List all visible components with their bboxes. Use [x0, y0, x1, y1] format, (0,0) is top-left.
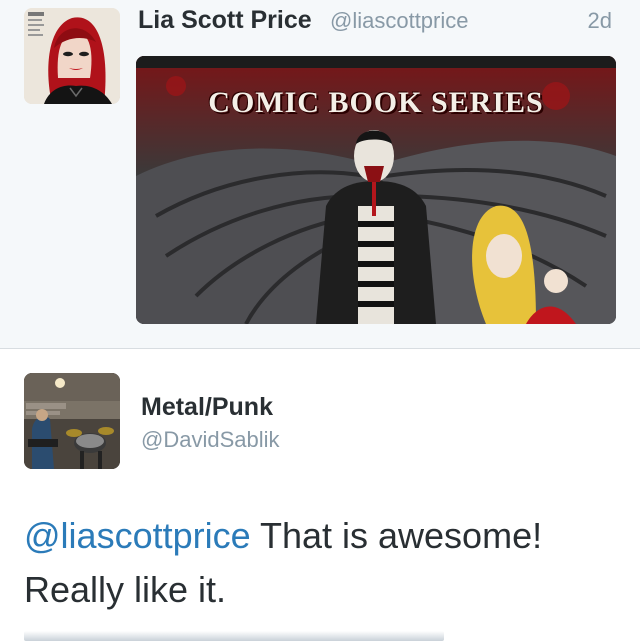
avatar[interactable]: [24, 373, 120, 469]
tweet-metal-punk[interactable]: Metal/Punk @DavidSablik @liascottprice T…: [0, 349, 640, 643]
tweet-text-line1: That is awesome!: [250, 515, 543, 556]
display-name[interactable]: Metal/Punk: [141, 393, 273, 422]
mention-link[interactable]: @liascottprice: [24, 515, 251, 556]
username[interactable]: @liascottprice: [330, 8, 469, 34]
avatar[interactable]: [24, 8, 120, 104]
username[interactable]: @DavidSablik: [141, 427, 280, 453]
tweet-media-image[interactable]: COMIC BOOK SERIES: [136, 56, 616, 324]
tweet-text: @liascottprice That is awesome! Really l…: [24, 509, 624, 617]
display-name[interactable]: Lia Scott Price: [138, 6, 312, 35]
tweet-lia-scott-price[interactable]: Lia Scott Price @liascottprice 2d COMIC …: [0, 0, 640, 349]
cutoff-text-row: [24, 631, 444, 641]
timestamp: 2d: [587, 8, 612, 33]
tweet-text-line2: Really like it.: [24, 569, 227, 610]
avatar-image: [24, 8, 120, 104]
comic-title: COMIC BOOK SERIES: [208, 86, 544, 119]
avatar-image: [24, 373, 120, 469]
